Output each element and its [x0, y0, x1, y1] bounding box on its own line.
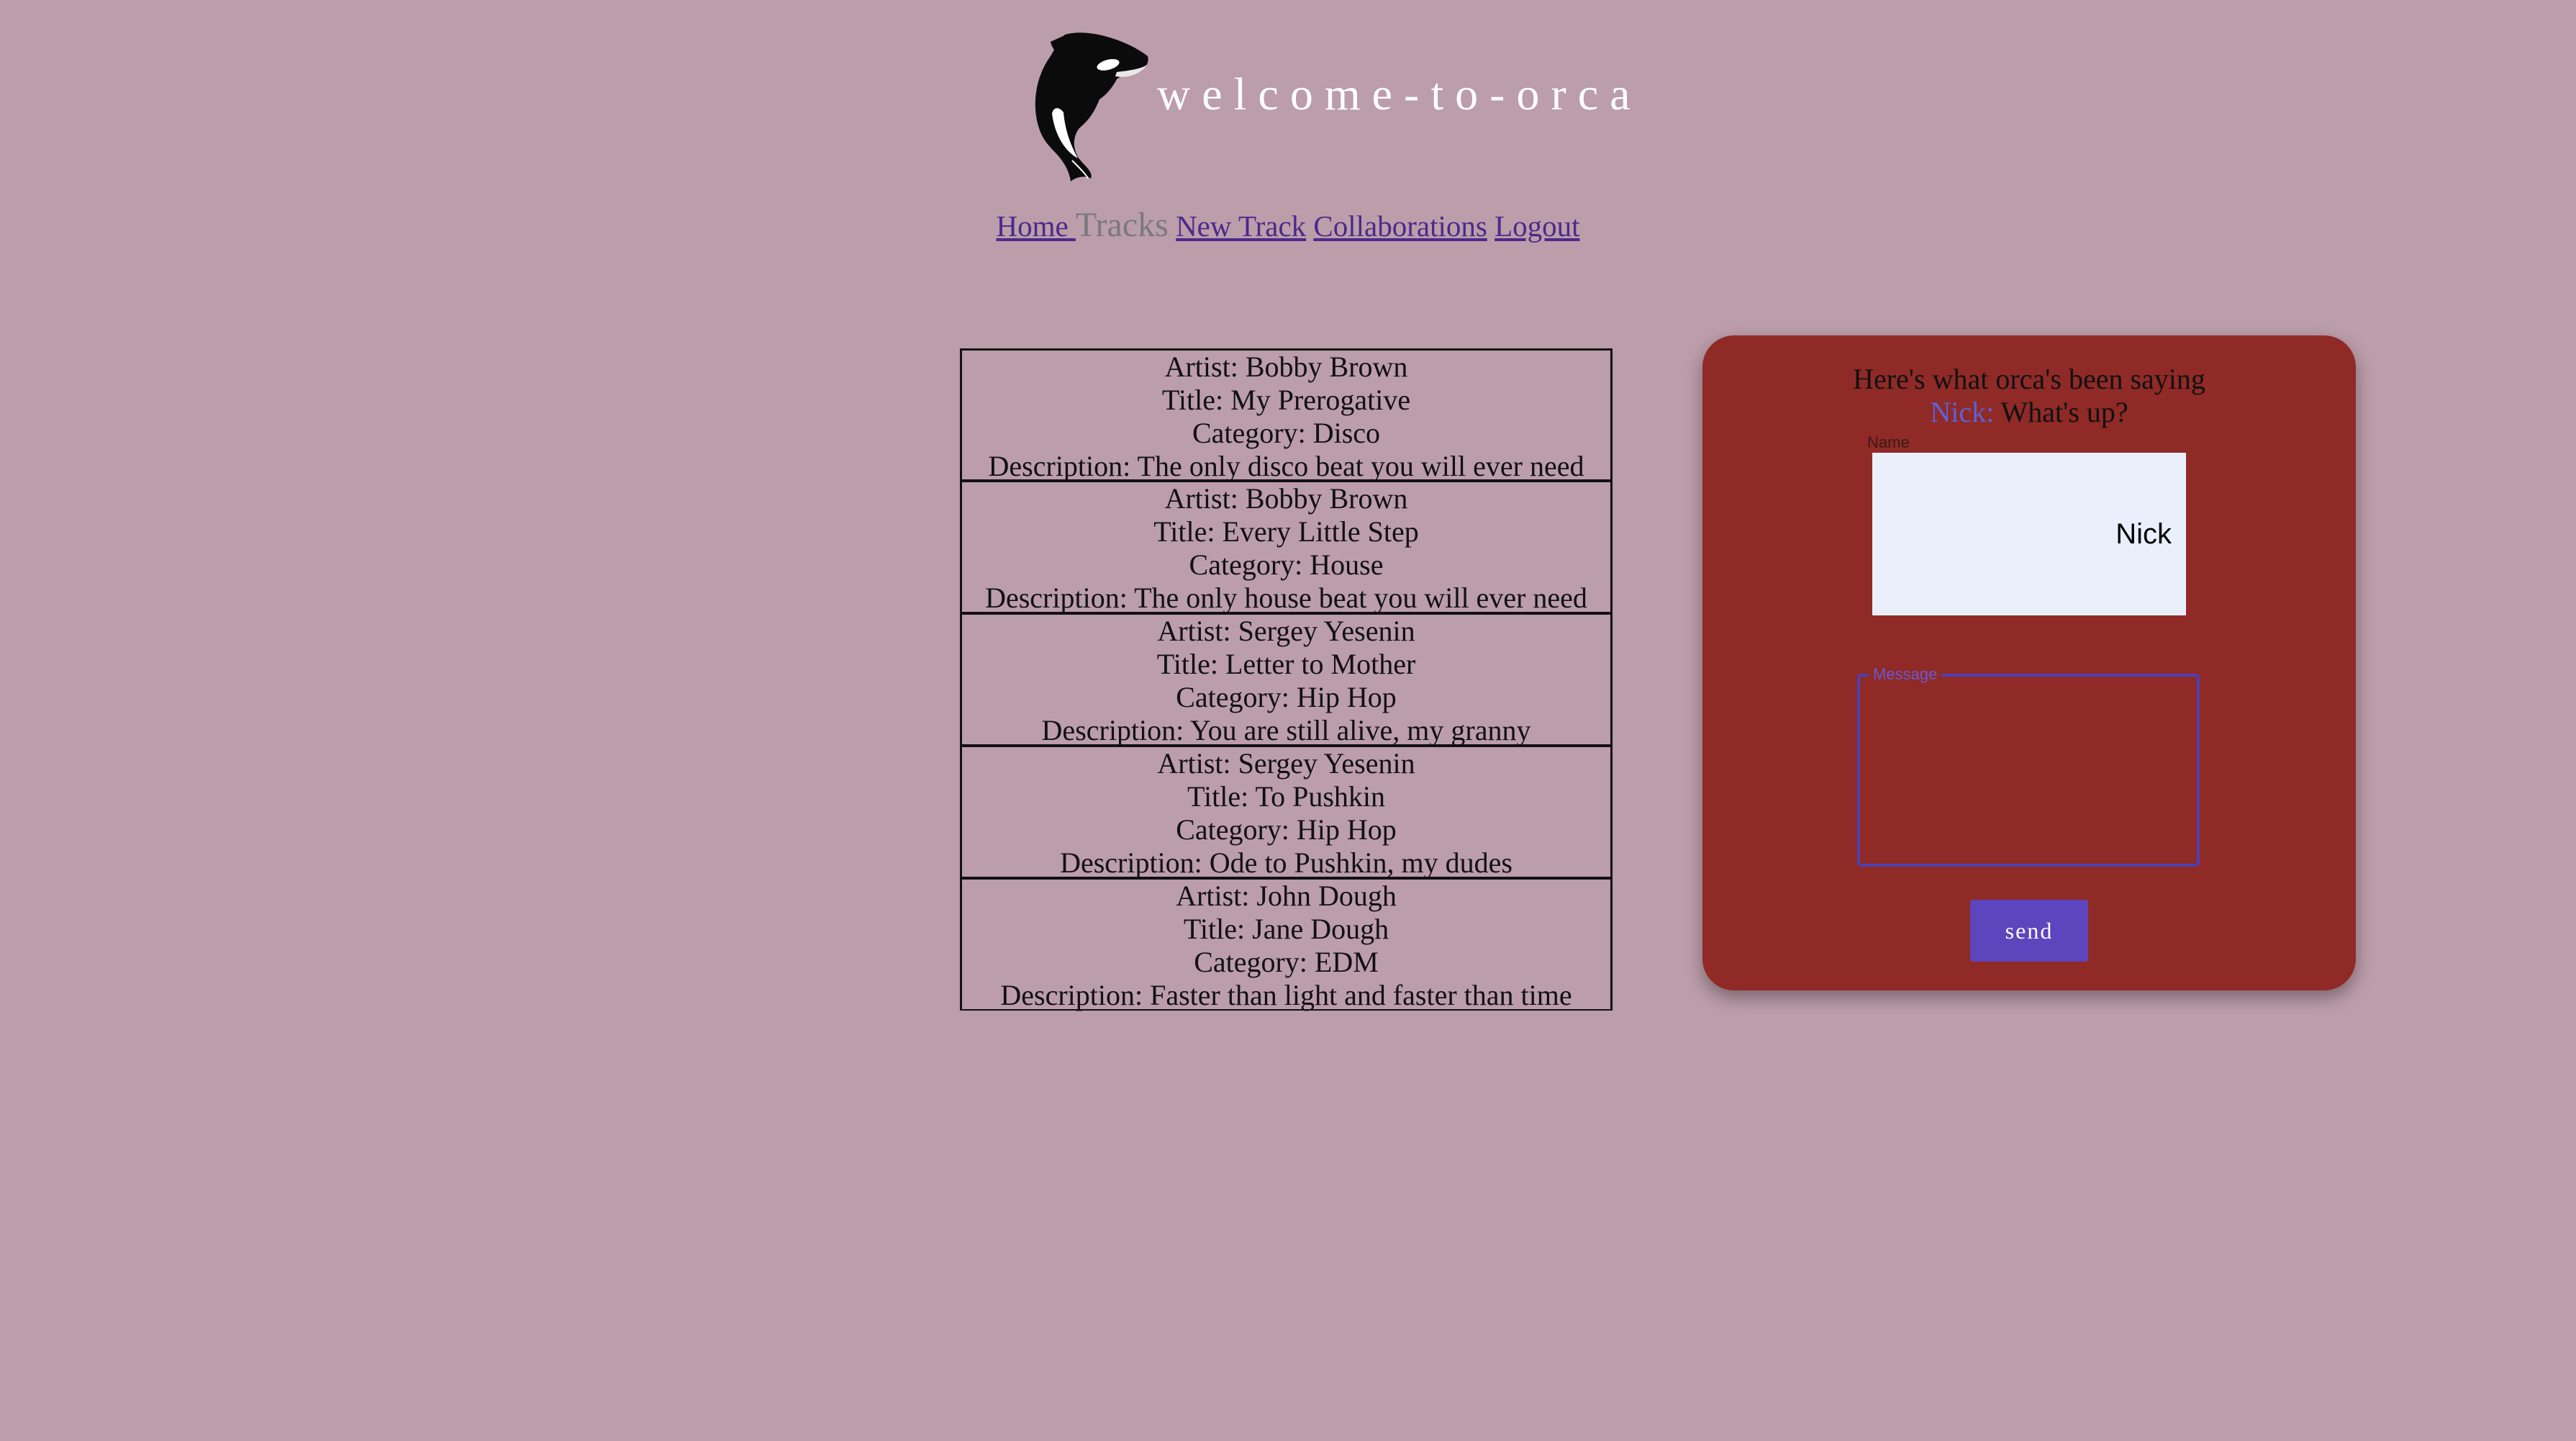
message-field-label: Message [1869, 665, 1942, 684]
orca-logo-icon[interactable] [1022, 27, 1151, 182]
track-title: Title: Jane Dough [1183, 913, 1389, 945]
header: welcome-to-orca [1022, 27, 1642, 182]
track-category: Category: Hip Hop [1176, 813, 1397, 846]
site-title: welcome-to-orca [1157, 68, 1642, 119]
chat-panel: Here's what orca's been saying Nick: Wha… [1702, 335, 2356, 990]
track-item[interactable]: Artist: Bobby Brown Title: My Prerogativ… [960, 348, 1613, 482]
track-description: Description: You are still alive, my gra… [1041, 714, 1531, 746]
track-artist: Artist: Bobby Brown [1164, 351, 1408, 383]
nav-logout-link[interactable]: Logout [1495, 209, 1579, 243]
track-description: Description: Ode to Pushkin, my dudes [1060, 846, 1513, 879]
track-artist: Artist: Sergey Yesenin [1157, 747, 1415, 780]
track-item[interactable]: Artist: Bobby Brown Title: Every Little … [960, 481, 1613, 614]
track-title: Title: My Prerogative [1161, 384, 1411, 416]
track-description: Description: Faster than light and faste… [1000, 979, 1572, 1011]
track-title: Title: Letter to Mother [1156, 648, 1416, 680]
track-category: Category: Disco [1192, 417, 1381, 449]
send-button[interactable]: send [1970, 900, 2088, 962]
track-category: Category: Hip Hop [1176, 681, 1397, 713]
main-nav: Home Tracks New Track Collaborations Log… [0, 204, 2576, 248]
track-artist: Artist: Bobby Brown [1164, 482, 1408, 515]
track-item[interactable]: Artist: Sergey Yesenin Title: To Pushkin… [960, 746, 1613, 879]
nav-new-track-link[interactable]: New Track [1176, 209, 1306, 243]
track-artist: Artist: Sergey Yesenin [1157, 615, 1415, 647]
chat-message: Nick: What's up? [1702, 396, 2356, 429]
track-description: Description: The only house beat you wil… [985, 582, 1587, 614]
name-field-label: Name [1867, 433, 1910, 451]
track-item[interactable]: Artist: John Dough Title: Jane Dough Cat… [960, 878, 1613, 1011]
track-list: Artist: Bobby Brown Title: My Prerogativ… [960, 348, 1613, 1011]
message-field-container: Message [1857, 665, 2200, 867]
track-category: Category: EDM [1194, 946, 1379, 978]
track-title: Title: To Pushkin [1187, 780, 1386, 813]
nav-tracks-current: Tracks [1075, 206, 1169, 244]
name-field[interactable] [1872, 453, 2186, 615]
chat-heading: Here's what orca's been saying [1853, 363, 2205, 395]
message-field[interactable] [1867, 691, 2192, 857]
track-description: Description: The only disco beat you wil… [988, 450, 1584, 482]
chat-message-user: Nick: [1930, 396, 1995, 428]
chat-message-text: What's up? [1994, 396, 2128, 428]
track-category: Category: House [1189, 548, 1384, 581]
track-item[interactable]: Artist: Sergey Yesenin Title: Letter to … [960, 613, 1613, 746]
nav-home-link[interactable]: Home [996, 209, 1075, 243]
track-artist: Artist: John Dough [1176, 880, 1397, 912]
nav-collaborations-link[interactable]: Collaborations [1313, 209, 1487, 243]
track-title: Title: Every Little Step [1153, 515, 1419, 548]
page: welcome-to-orca Home Tracks New Track Co… [0, 0, 2576, 1441]
